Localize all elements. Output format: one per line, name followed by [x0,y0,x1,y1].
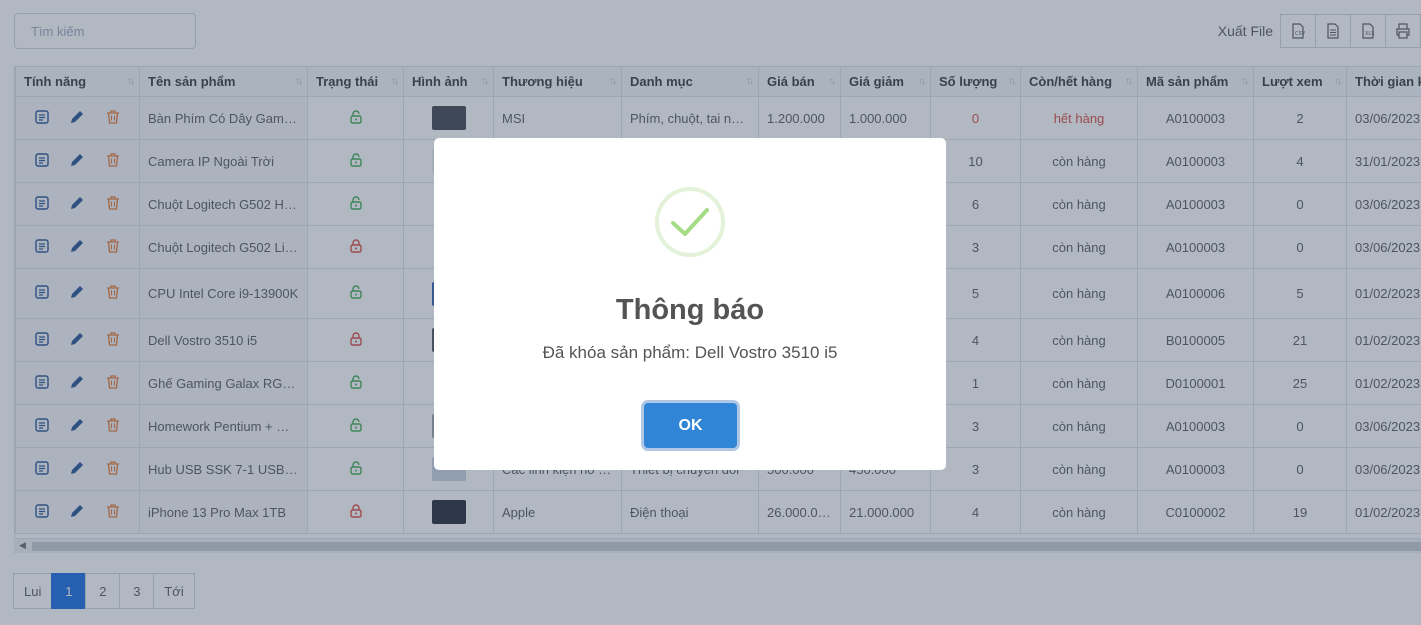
dialog-message: Đã khóa sản phẩm: Dell Vostro 3510 i5 [542,343,838,362]
notification-dialog: Thông báo Đã khóa sản phẩm: Dell Vostro … [434,138,946,470]
ok-button[interactable]: OK [644,403,737,448]
dialog-title: Thông báo [615,294,765,326]
success-check-icon [655,187,725,257]
